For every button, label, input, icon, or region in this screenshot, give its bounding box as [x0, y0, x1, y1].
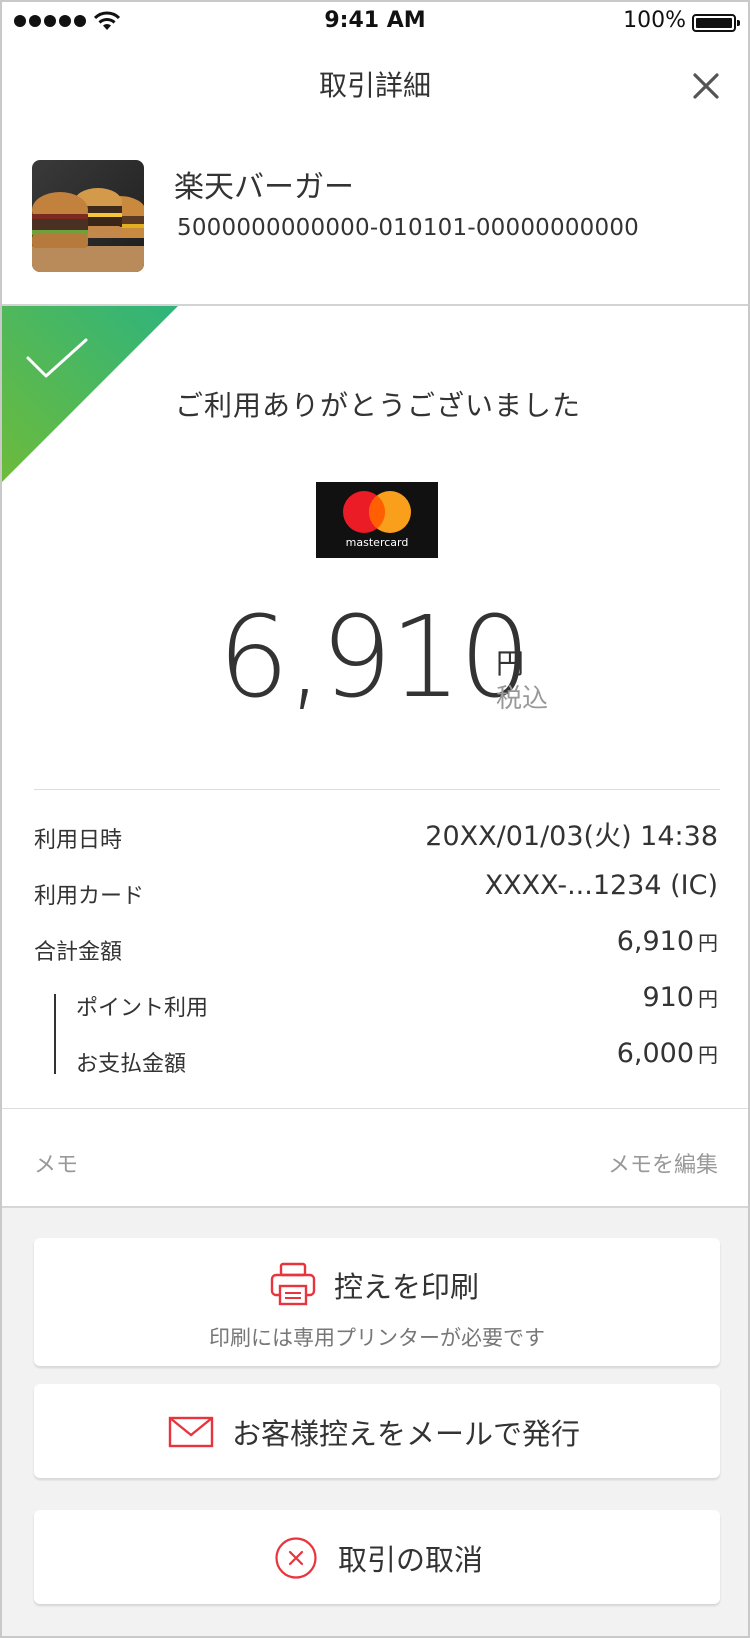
- page-title: 取引詳細: [318, 69, 431, 102]
- date-value: 20XX/01/03(火) 14:38: [425, 821, 718, 852]
- battery-percentage: 100%: [623, 8, 686, 33]
- indent-bar: [54, 994, 56, 1074]
- email-receipt-button[interactable]: お客様控えをメールで発行: [34, 1384, 720, 1478]
- total-label: 合計金額: [34, 940, 123, 965]
- yen-unit: 円: [698, 987, 718, 1011]
- points-amount: 910: [642, 982, 694, 1013]
- amount-value: 6,910: [218, 593, 531, 723]
- thank-you-message: ご利用ありがとうございました: [174, 389, 581, 422]
- payment-amount: 6,000: [616, 1038, 694, 1069]
- merchant-image: [32, 160, 144, 272]
- close-icon[interactable]: [690, 70, 722, 102]
- payment-value: 6,000 円: [617, 1038, 718, 1069]
- printer-requirement-note: 印刷には専用プリンターが必要です: [209, 1326, 545, 1350]
- points-value: 910 円: [642, 982, 718, 1013]
- yen-unit: 円: [698, 931, 718, 955]
- currency-label: 円: [496, 647, 525, 680]
- email-receipt-label: お客様控えをメールで発行: [232, 1417, 581, 1451]
- battery-icon: [692, 14, 740, 32]
- printer-icon: [270, 1262, 316, 1306]
- divider: [34, 789, 720, 790]
- merchant-id: 5000000000000-010101-00000000000: [177, 215, 639, 241]
- transaction-detail-screen: 9:41 AM 100% 取引詳細 楽天バーガー 5000000000000-0…: [0, 0, 750, 1638]
- edit-memo-link[interactable]: メモを編集: [608, 1147, 718, 1179]
- card-label: 利用カード: [34, 884, 145, 909]
- points-label: ポイント利用: [76, 996, 209, 1021]
- status-bar: 9:41 AM 100%: [2, 2, 748, 42]
- mail-icon: [168, 1416, 214, 1448]
- date-label: 利用日時: [34, 828, 123, 853]
- card-value: XXXX-...1234 (IC): [484, 870, 718, 901]
- yen-unit: 円: [698, 1043, 718, 1067]
- payment-label: お支払金額: [76, 1052, 187, 1077]
- merchant-name: 楽天バーガー: [174, 170, 354, 205]
- print-receipt-button[interactable]: 控えを印刷 印刷には専用プリンターが必要です: [34, 1238, 720, 1366]
- memo-label: メモ: [34, 1153, 79, 1178]
- cancel-transaction-button[interactable]: 取引の取消: [34, 1510, 720, 1604]
- divider: [2, 1108, 748, 1109]
- total-amount: 6,910: [616, 926, 694, 957]
- mastercard-logo: mastercard: [316, 482, 438, 558]
- cancel-circle-icon: [275, 1537, 317, 1579]
- tax-included-label: 税込: [496, 684, 549, 714]
- cancel-transaction-label: 取引の取消: [338, 1543, 484, 1577]
- print-receipt-label: 控えを印刷: [334, 1270, 480, 1304]
- card-brand-label: mastercard: [345, 536, 409, 549]
- total-value: 6,910 円: [617, 926, 718, 957]
